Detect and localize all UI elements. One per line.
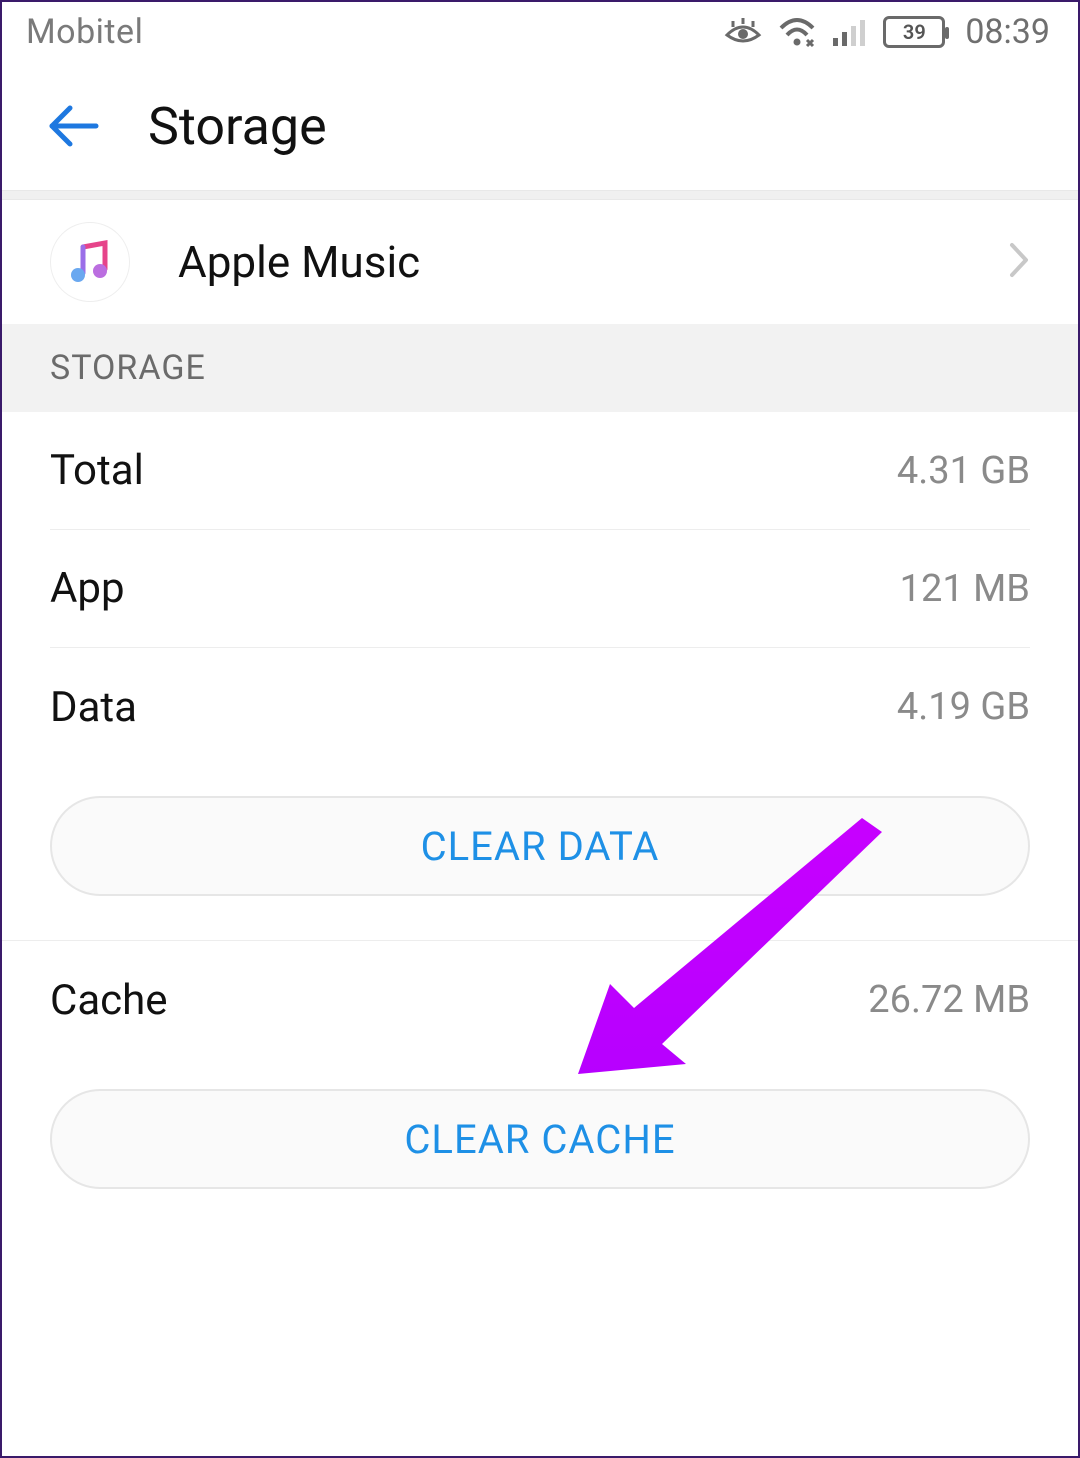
row-cache-value: 26.72 MB (868, 978, 1030, 1022)
wifi-icon (777, 16, 817, 48)
battery-percent: 39 (903, 20, 926, 44)
row-total: Total 4.31 GB (50, 412, 1030, 530)
divider (2, 190, 1078, 200)
row-app-value: 121 MB (900, 567, 1030, 611)
signal-icon (831, 16, 869, 48)
status-time: 08:39 (965, 12, 1050, 52)
titlebar: Storage (2, 62, 1078, 190)
arrow-left-icon (46, 104, 100, 148)
back-button[interactable] (46, 99, 100, 153)
storage-list: Total 4.31 GB App 121 MB Data 4.19 GB (2, 412, 1078, 766)
clear-cache-button[interactable]: CLEAR CACHE (50, 1089, 1030, 1189)
clear-data-wrap: CLEAR DATA (2, 766, 1078, 941)
clear-cache-wrap: CLEAR CACHE (2, 1059, 1078, 1233)
page-title: Storage (148, 96, 327, 157)
clear-data-button[interactable]: CLEAR DATA (50, 796, 1030, 896)
cache-list: Cache 26.72 MB (2, 941, 1078, 1059)
row-cache-label: Cache (50, 976, 168, 1025)
row-data-value: 4.19 GB (897, 685, 1030, 729)
carrier-label: Mobitel (26, 12, 143, 52)
status-bar: Mobitel (2, 2, 1078, 62)
app-icon (50, 222, 130, 302)
section-header-storage: STORAGE (2, 324, 1078, 412)
row-total-value: 4.31 GB (897, 449, 1030, 493)
eye-icon (723, 17, 763, 47)
music-note-icon (67, 239, 113, 285)
chevron-right-icon (1008, 241, 1030, 283)
row-app: App 121 MB (50, 530, 1030, 648)
row-app-label: App (50, 564, 125, 613)
row-data: Data 4.19 GB (50, 648, 1030, 766)
row-cache: Cache 26.72 MB (50, 941, 1030, 1059)
app-row[interactable]: Apple Music (2, 200, 1078, 324)
row-data-label: Data (50, 683, 137, 732)
status-icons: 39 08:39 (723, 12, 1050, 52)
battery-icon: 39 (883, 16, 945, 48)
row-total-label: Total (50, 446, 144, 495)
app-name-label: Apple Music (178, 236, 960, 288)
